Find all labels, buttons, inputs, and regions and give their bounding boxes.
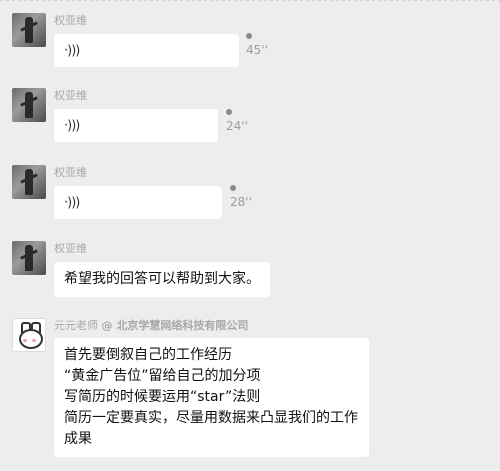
message-text: 希望我的回答可以帮助到大家。 — [64, 271, 260, 287]
voice-bubble[interactable]: ·))) — [54, 34, 239, 67]
voice-wave-icon: ·))) — [64, 195, 80, 210]
voice-duration: 24'' — [226, 119, 248, 133]
sender-name: 权亚维 — [54, 242, 87, 255]
message-line: 首先要倒叙自己的工作经历 — [64, 347, 232, 363]
message-line: 写简历的时候要运用“star”法则 — [64, 389, 261, 405]
sender-name: 元元老师 @ 北京学慧网络科技有限公司 — [54, 317, 248, 333]
avatar[interactable] — [12, 241, 46, 275]
voice-wave-icon: ·))) — [64, 118, 80, 133]
message-line: 成果 — [64, 431, 92, 447]
message-line: 简历一定要真实，尽量用数据来凸显我们的工作 — [64, 410, 358, 426]
unread-dot-icon — [230, 185, 236, 191]
sender-name: 权亚维 — [54, 14, 87, 27]
voice-wave-icon: ·))) — [64, 43, 80, 58]
sender-name: 权亚维 — [54, 166, 87, 179]
unread-dot-icon — [246, 33, 252, 39]
sender-name: 权亚维 — [54, 89, 87, 102]
sender-nickname: 元元老师 — [54, 319, 98, 332]
avatar[interactable] — [12, 165, 46, 199]
voice-duration: 28'' — [230, 195, 252, 209]
unread-dot-icon — [226, 109, 232, 115]
avatar[interactable] — [12, 88, 46, 122]
voice-duration: 45'' — [246, 43, 268, 57]
text-bubble[interactable]: 希望我的回答可以帮助到大家。 — [54, 262, 270, 297]
message-line: “黄金广告位”留给自己的加分项 — [64, 368, 261, 384]
text-bubble[interactable]: 首先要倒叙自己的工作经历 “黄金广告位”留给自己的加分项 写简历的时候要运用“s… — [54, 338, 369, 457]
voice-bubble[interactable]: ·))) — [54, 186, 222, 219]
top-divider — [0, 0, 500, 4]
avatar[interactable] — [12, 13, 46, 47]
voice-bubble[interactable]: ·))) — [54, 109, 218, 142]
sender-organization: @ 北京学慧网络科技有限公司 — [101, 319, 249, 332]
avatar[interactable] — [12, 318, 46, 352]
